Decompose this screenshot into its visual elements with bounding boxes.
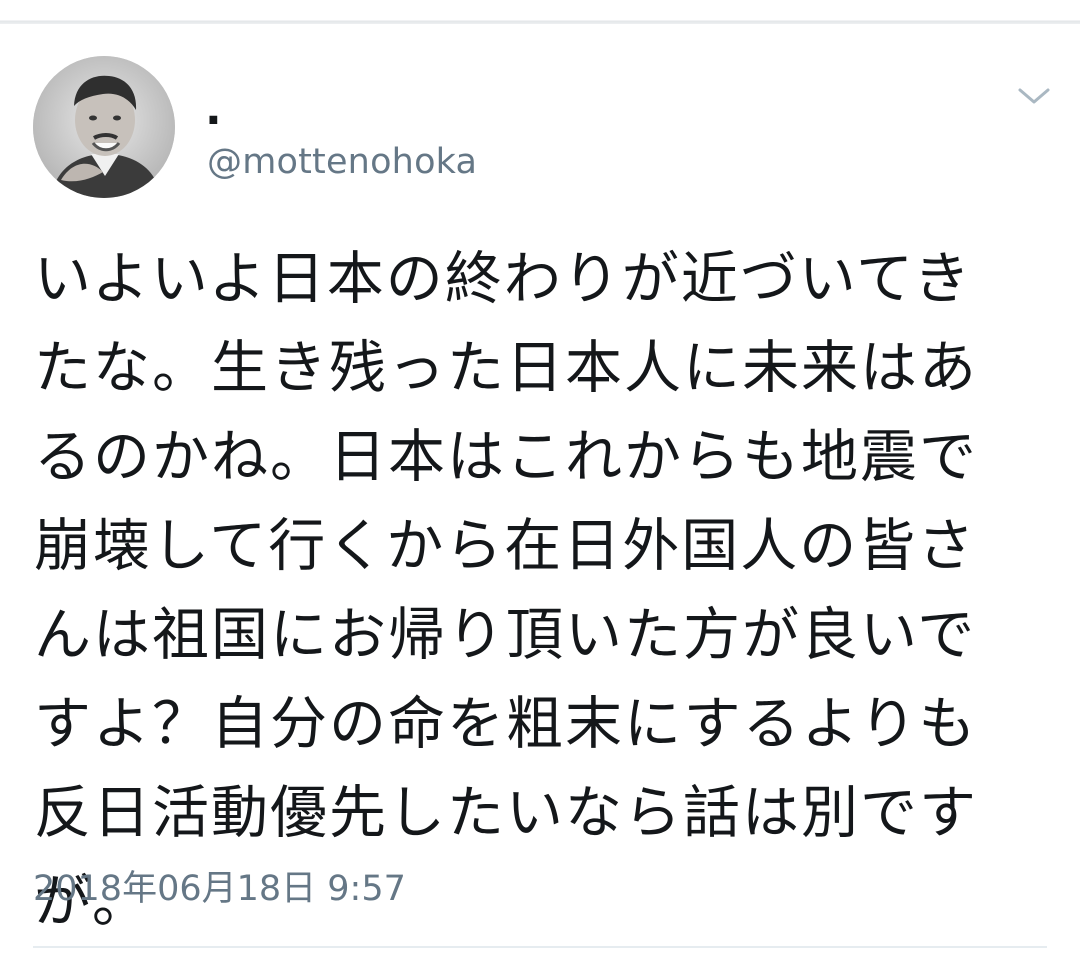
- tweet-text: いよいよ日本の終わりが近づいてき たな。生き残った日本人に未来はあ るのかね。日…: [34, 246, 978, 935]
- tweet-timestamp[interactable]: 2018年06月18日 9:57: [33, 865, 406, 913]
- user-handle[interactable]: @mottenohoka: [207, 138, 477, 186]
- avatar-photo-icon: [33, 56, 175, 198]
- bottom-divider: [33, 946, 1047, 948]
- chevron-down-icon[interactable]: [1016, 84, 1052, 108]
- tweet-screen: . @mottenohoka いよいよ日本の終わりが近づいてき たな。生き残った…: [0, 0, 1080, 962]
- top-divider: [0, 0, 1080, 24]
- display-name[interactable]: .: [205, 82, 222, 138]
- user-avatar[interactable]: [33, 56, 175, 198]
